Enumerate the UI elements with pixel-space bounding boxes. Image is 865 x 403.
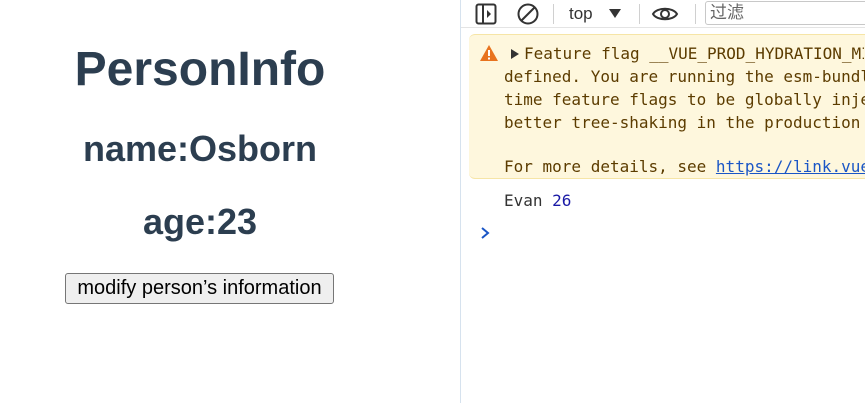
toolbar-divider <box>639 4 640 24</box>
log-text: Evan <box>504 191 543 210</box>
console-log-line: Evan 26 <box>504 189 571 212</box>
warning-details-line: For more details, see https://link.vuejs… <box>504 155 865 178</box>
person-name: name:Osborn <box>82 128 318 169</box>
context-label: top <box>569 4 593 23</box>
toolbar-divider <box>553 4 554 24</box>
modify-person-button[interactable]: modify person’s information <box>65 273 334 304</box>
clear-console-icon[interactable] <box>516 2 540 26</box>
warning-line: better tree-shaking in the production bu… <box>504 113 861 132</box>
warning-message: Feature flag __VUE_PROD_HYDRATION_MISMAT… <box>469 34 865 179</box>
console-prompt-icon[interactable] <box>479 224 491 242</box>
screen: PersonInfo name:Osborn age:23 modify per… <box>0 0 865 403</box>
warning-icon <box>479 44 499 62</box>
details-link[interactable]: https://link.vuejs.org/feature-flags <box>716 157 865 176</box>
details-prefix: For more details, see <box>504 157 716 176</box>
warning-line: defined. You are running the esm-bundler… <box>504 67 865 86</box>
toolbar-divider <box>695 4 696 24</box>
console-toolbar: top <box>461 0 865 28</box>
devtools-console-panel: top Feature flag __V <box>460 0 865 403</box>
context-selector[interactable]: top <box>563 2 629 26</box>
log-number: 26 <box>552 191 572 210</box>
caret-down-icon <box>609 9 621 18</box>
expand-triangle-icon[interactable] <box>511 49 519 59</box>
sidebar-toggle-icon[interactable] <box>474 2 498 26</box>
filter-input[interactable] <box>705 1 865 25</box>
warning-line: time feature flags to be globally inject… <box>504 90 865 109</box>
eye-icon[interactable] <box>651 2 679 26</box>
page-title: PersonInfo <box>74 43 326 96</box>
warning-line: Feature flag __VUE_PROD_HYDRATION_MISMAT… <box>524 44 864 63</box>
app-page: PersonInfo name:Osborn age:23 modify per… <box>0 0 460 403</box>
person-age: age:23 <box>142 201 258 242</box>
